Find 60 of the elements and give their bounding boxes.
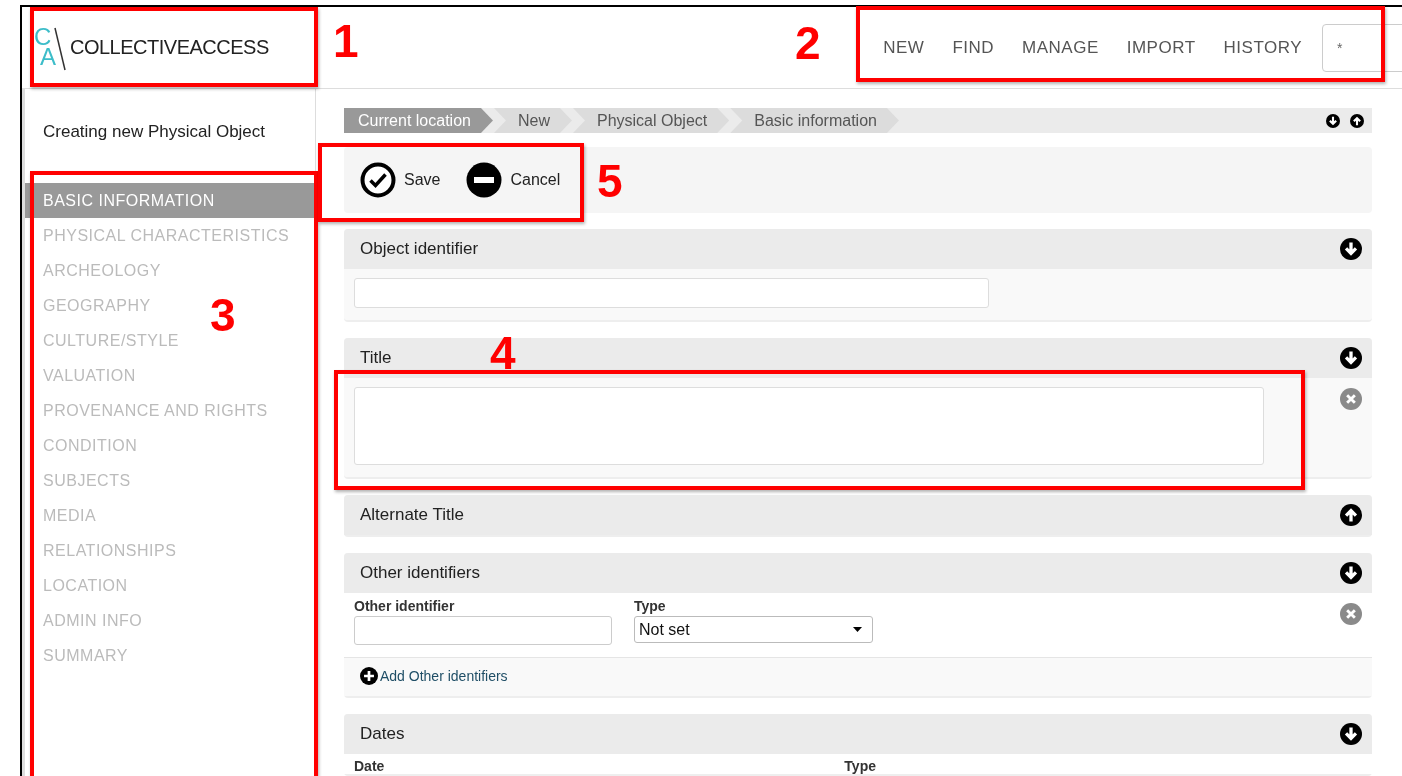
expand-all-icon[interactable]: [1326, 113, 1340, 128]
nav-link[interactable]: HISTORY: [1223, 37, 1302, 58]
sidebar-item[interactable]: PROVENANCE AND RIGHTS: [25, 393, 274, 428]
sidebar-item[interactable]: GEOGRAPHY: [25, 288, 157, 323]
breadcrumb-item[interactable]: Current location: [344, 108, 493, 133]
field-label: Date: [354, 758, 385, 774]
save-button[interactable]: Save: [360, 162, 441, 198]
section-title: Object identifier: [360, 239, 479, 259]
section-title: Alternate Title: [360, 505, 464, 525]
field-label: Type: [634, 598, 667, 614]
callout-number: 3: [210, 292, 236, 338]
logo-wordmark: COLLECTIVEACCESS: [70, 36, 269, 59]
sidebar-item[interactable]: MEDIA: [25, 498, 103, 533]
add-identifier-link[interactable]: Add Other identifiers: [360, 667, 508, 685]
remove-icon[interactable]: [1340, 603, 1362, 625]
sidebar-item[interactable]: BASIC INFORMATION: [25, 183, 315, 218]
logo-slash-icon: [54, 26, 66, 71]
arrow-down-circle-icon[interactable]: [1340, 562, 1362, 584]
remove-icon[interactable]: [1340, 388, 1362, 410]
sidebar-item[interactable]: LOCATION: [25, 568, 134, 603]
section-title: Other identifiers: [360, 563, 480, 583]
sidebar-item[interactable]: ADMIN INFO: [25, 603, 149, 638]
callout-number: 1: [333, 18, 359, 64]
arrow-down-circle-icon[interactable]: [1340, 347, 1362, 369]
section-title: Title: [360, 348, 392, 368]
page-heading: Creating new Physical Object: [42, 121, 267, 143]
text-input[interactable]: [354, 278, 989, 308]
minus-circle-icon: [466, 162, 503, 198]
section-title: Dates: [360, 724, 405, 744]
cancel-button[interactable]: Cancel: [466, 162, 561, 198]
nav-link[interactable]: MANAGE: [1022, 37, 1099, 58]
type-select[interactable]: Not set: [634, 616, 873, 643]
plus-circle-icon: [360, 667, 378, 685]
sidebar-item[interactable]: SUMMARY: [25, 638, 134, 673]
breadcrumb-item[interactable]: Basic information: [730, 108, 899, 133]
sidebar-item[interactable]: RELATIONSHIPS: [25, 533, 183, 568]
search-field[interactable]: *: [1322, 23, 1402, 72]
callout-number: 2: [795, 20, 821, 66]
sidebar-item[interactable]: ARCHEOLOGY: [25, 253, 167, 288]
sidebar-item[interactable]: VALUATION: [25, 358, 142, 393]
collapse-all-icon[interactable]: [1350, 113, 1364, 128]
field-label: Type: [844, 758, 876, 774]
sidebar-item[interactable]: CONDITION: [25, 428, 144, 463]
arrow-down-circle-icon[interactable]: [1340, 723, 1362, 745]
breadcrumb-item[interactable]: New: [493, 108, 572, 133]
arrow-up-circle-icon[interactable]: [1340, 504, 1362, 526]
sidebar-item[interactable]: SUBJECTS: [25, 463, 137, 498]
nav-link[interactable]: FIND: [952, 37, 995, 58]
check-circle-icon: [360, 162, 396, 198]
field-label: Other identifier: [354, 598, 456, 614]
nav-link[interactable]: IMPORT: [1126, 37, 1196, 58]
callout-number: 5: [597, 158, 623, 204]
arrow-down-circle-icon[interactable]: [1340, 238, 1362, 260]
nav-link[interactable]: NEW: [883, 37, 925, 58]
sidebar-item[interactable]: PHYSICAL CHARACTERISTICS: [25, 218, 296, 253]
sidebar-item[interactable]: CULTURE/STYLE: [25, 323, 185, 358]
identifier-input[interactable]: [354, 616, 612, 645]
caret-icon: [853, 627, 862, 632]
callout-number: 4: [490, 330, 516, 376]
breadcrumb-item[interactable]: Physical Object: [572, 108, 730, 133]
